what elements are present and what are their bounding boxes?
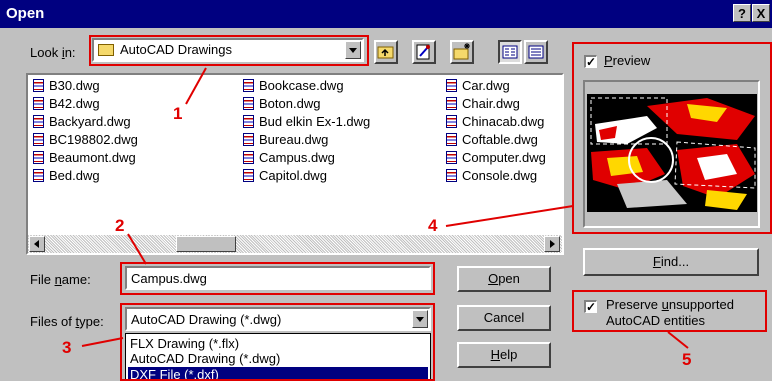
list-view-icon xyxy=(502,45,518,59)
scroll-right-button[interactable] xyxy=(544,236,560,252)
file-item-label: BC198802.dwg xyxy=(49,132,138,147)
title-bar: Open ? X xyxy=(0,0,772,28)
window-title: Open xyxy=(6,5,45,22)
file-item[interactable]: B30.dwg xyxy=(33,78,100,93)
file-list[interactable]: B30.dwg B42.dwg Backyard.dwg BC198802.dwg Be… xyxy=(26,73,564,255)
dwg-file-icon xyxy=(33,151,44,164)
file-item-label: Coftable.dwg xyxy=(462,132,538,147)
file-item-label: Bureau.dwg xyxy=(259,132,329,147)
file-item-label: Chair.dwg xyxy=(462,96,520,111)
file-item[interactable]: Backyard.dwg xyxy=(33,114,131,129)
file-item-label: Car.dwg xyxy=(462,78,510,93)
file-item[interactable]: Bud elkin Ex-1.dwg xyxy=(243,114,370,129)
callout-number-4: 4 xyxy=(428,216,438,235)
dwg-file-icon xyxy=(33,79,44,92)
file-item[interactable]: Car.dwg xyxy=(446,78,510,93)
dwg-file-icon xyxy=(243,169,254,182)
dwg-file-icon xyxy=(33,97,44,110)
open-dialog: Open ? X Look in: AutoCAD Drawings B30.d… xyxy=(0,0,772,381)
file-item-label: Beaumont.dwg xyxy=(49,150,136,165)
look-in-label: Look in: xyxy=(30,45,76,60)
file-item[interactable]: Bureau.dwg xyxy=(243,132,328,147)
file-item-label: B42.dwg xyxy=(49,96,100,111)
dwg-file-icon xyxy=(243,97,254,110)
file-item-label: B30.dwg xyxy=(49,78,100,93)
callout-box-3 xyxy=(120,303,435,381)
file-item-label: Chinacab.dwg xyxy=(462,114,545,129)
file-item-label: Backyard.dwg xyxy=(49,114,131,129)
callout-number-2: 2 xyxy=(115,216,125,235)
arrow-left-icon xyxy=(34,240,39,248)
file-item[interactable]: B42.dwg xyxy=(33,96,100,111)
dwg-file-icon xyxy=(446,133,457,146)
callout-number-5: 5 xyxy=(682,350,692,369)
file-item[interactable]: Computer.dwg xyxy=(446,150,546,165)
horizontal-scrollbar[interactable] xyxy=(28,235,562,253)
file-item-label: Console.dwg xyxy=(462,168,538,183)
file-item[interactable]: Bookcase.dwg xyxy=(243,78,344,93)
file-item[interactable]: Capitol.dwg xyxy=(243,168,327,183)
file-item[interactable]: Beaumont.dwg xyxy=(33,150,136,165)
open-button[interactable]: Open xyxy=(457,266,551,292)
scroll-left-button[interactable] xyxy=(29,236,45,252)
find-button[interactable]: Find... xyxy=(583,248,759,276)
file-item-label: Boton.dwg xyxy=(259,96,321,111)
dwg-file-icon xyxy=(243,115,254,128)
file-item-label: Bud elkin Ex-1.dwg xyxy=(259,114,371,129)
callout-box-4 xyxy=(572,42,772,234)
file-name-label: File name: xyxy=(30,272,91,287)
callout-box-1 xyxy=(89,35,369,66)
file-item-label: Capitol.dwg xyxy=(259,168,327,183)
dwg-file-icon xyxy=(446,169,457,182)
dwg-file-icon xyxy=(446,115,457,128)
dwg-file-icon xyxy=(33,133,44,146)
file-item-label: Bed.dwg xyxy=(49,168,100,183)
file-item-label: Computer.dwg xyxy=(462,150,546,165)
scroll-thumb[interactable] xyxy=(176,236,236,252)
dwg-file-icon xyxy=(446,151,457,164)
file-item[interactable]: Chinacab.dwg xyxy=(446,114,544,129)
file-item-label: Campus.dwg xyxy=(259,150,335,165)
dwg-file-icon xyxy=(446,97,457,110)
dwg-file-icon xyxy=(243,151,254,164)
dwg-file-icon xyxy=(446,79,457,92)
cancel-button[interactable]: Cancel xyxy=(457,305,551,331)
new-folder-icon xyxy=(453,43,470,60)
files-of-type-label: Files of type: xyxy=(30,314,104,329)
help-title-button[interactable]: ? xyxy=(733,4,751,22)
new-folder-button[interactable] xyxy=(450,40,474,64)
details-view-button[interactable] xyxy=(524,40,548,64)
file-item[interactable]: Coftable.dwg xyxy=(446,132,538,147)
callout-number-1: 1 xyxy=(173,104,183,123)
help-button[interactable]: Help xyxy=(457,342,551,368)
file-item[interactable]: Bed.dwg xyxy=(33,168,100,183)
details-view-icon xyxy=(528,45,544,59)
file-item[interactable]: Console.dwg xyxy=(446,168,537,183)
callout-number-3: 3 xyxy=(62,338,72,357)
dwg-file-icon xyxy=(33,169,44,182)
callout-box-5 xyxy=(572,290,767,332)
file-item[interactable]: Campus.dwg xyxy=(243,150,335,165)
dwg-file-icon xyxy=(33,115,44,128)
file-item-label: Bookcase.dwg xyxy=(259,78,344,93)
list-view-button[interactable] xyxy=(498,40,522,64)
file-item[interactable]: BC198802.dwg xyxy=(33,132,138,147)
file-item[interactable]: Boton.dwg xyxy=(243,96,320,111)
find-file-icon xyxy=(416,44,430,60)
dwg-file-icon xyxy=(243,133,254,146)
file-item[interactable]: Chair.dwg xyxy=(446,96,520,111)
up-folder-button[interactable] xyxy=(374,40,398,64)
up-folder-icon xyxy=(377,46,394,59)
close-button[interactable]: X xyxy=(752,4,770,22)
callout-box-2 xyxy=(120,262,435,295)
dwg-file-icon xyxy=(243,79,254,92)
arrow-right-icon xyxy=(550,240,555,248)
find-file-button[interactable] xyxy=(412,40,436,64)
